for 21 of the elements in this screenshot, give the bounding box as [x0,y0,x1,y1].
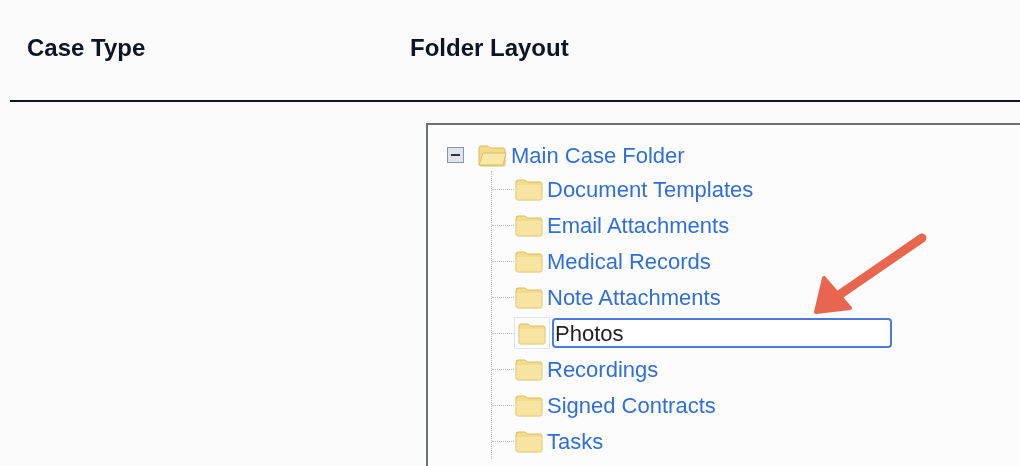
column-header: Case Type [26,33,147,63]
folder-icon [514,357,544,381]
folder-icon [517,321,547,345]
folder-icon [514,213,544,237]
folder-icon [514,393,544,417]
folder-icon [514,249,544,273]
folder-icon [514,429,544,453]
open-folder-icon [477,143,507,167]
tree-item[interactable]: Document Templates [547,172,754,206]
tree-item[interactable]: Signed Contracts [547,388,716,422]
column-header: Folder Layout [410,33,569,63]
tree-item[interactable]: Email Attachments [547,208,730,242]
collapse-icon[interactable] [447,147,464,163]
tree-item[interactable]: Medical Records [547,244,711,278]
tree-item[interactable]: Note Attachments [547,280,721,314]
tree-item[interactable]: Main Case Folder [511,138,685,172]
rename-field[interactable]: Photos [552,318,892,348]
tree-item[interactable]: Recordings [547,352,659,386]
tree-item[interactable]: Tasks [547,424,604,458]
folder-icon [514,285,544,309]
folder-icon [514,177,544,201]
